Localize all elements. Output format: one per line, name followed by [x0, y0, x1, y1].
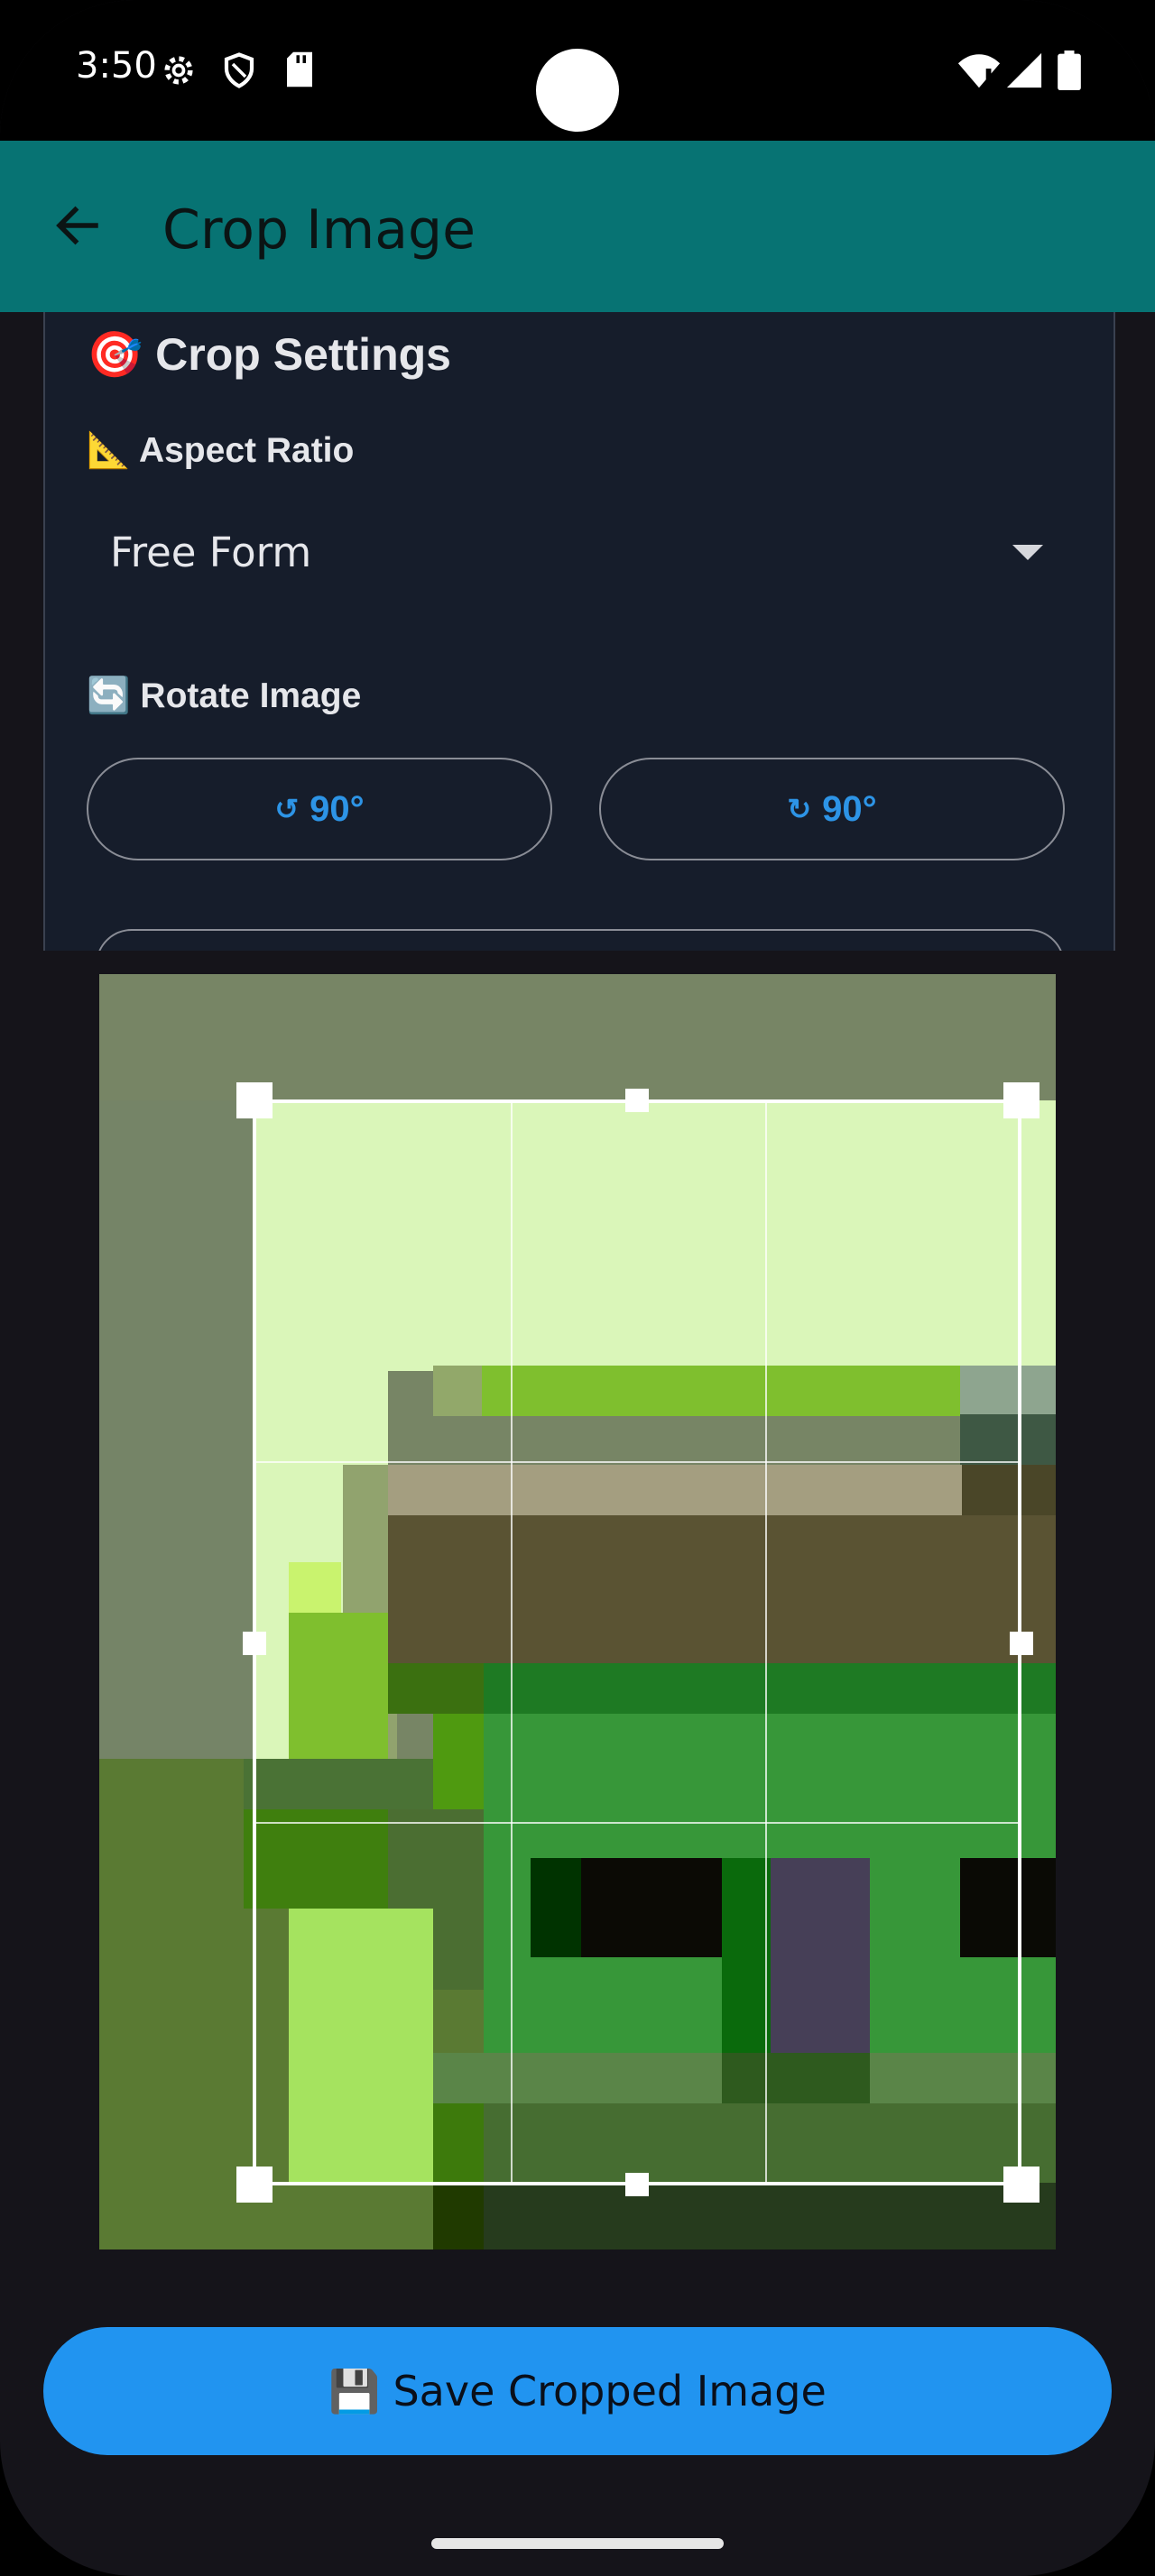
target-icon: 🎯	[87, 329, 143, 380]
phone-screen: 3:50 Crop Image 🎯 Crop Settings 📐 Aspect…	[0, 0, 1155, 2576]
crop-handle-top-right[interactable]	[1003, 1082, 1040, 1118]
crop-handle-top-left[interactable]	[236, 1082, 273, 1118]
triangle-ruler-icon: 📐	[87, 431, 131, 470]
save-cropped-image-button[interactable]: 💾 Save Cropped Image	[43, 2327, 1112, 2455]
crop-frame[interactable]	[253, 1099, 1021, 2185]
shield-icon	[224, 52, 254, 88]
crop-settings-title: 🎯 Crop Settings	[87, 328, 451, 382]
wifi-icon	[957, 54, 1001, 88]
gesture-nav-bar[interactable]	[431, 2538, 724, 2549]
crop-settings-card: 🎯 Crop Settings 📐 Aspect Ratio Free Form…	[43, 312, 1115, 951]
rotate-left-label: 90°	[310, 788, 365, 829]
save-button-label: Save Cropped Image	[393, 2367, 827, 2415]
crop-grid-line	[765, 1103, 767, 2182]
crop-handle-bottom-left[interactable]	[236, 2167, 273, 2203]
crop-settings-title-text: Crop Settings	[155, 329, 451, 380]
partially-visible-button[interactable]	[96, 929, 1065, 951]
rotate-left-button[interactable]: ↺ 90°	[87, 758, 552, 860]
floppy-disk-icon: 💾	[328, 2366, 381, 2415]
page-title: Crop Image	[162, 198, 476, 262]
aspect-ratio-dropdown[interactable]: Free Form	[87, 507, 1070, 593]
crop-handle-right[interactable]	[1010, 1632, 1033, 1655]
crop-handle-bottom-right[interactable]	[1003, 2167, 1040, 2203]
signal-icon	[1006, 52, 1042, 88]
rotate-image-label: 🔄 Rotate Image	[87, 675, 361, 716]
crop-handle-bottom[interactable]	[625, 2173, 649, 2196]
rotate-right-icon: ↻	[787, 793, 812, 825]
rotate-arrows-icon: 🔄	[87, 676, 131, 715]
crop-handle-top[interactable]	[625, 1089, 649, 1112]
rotate-right-button[interactable]: ↻ 90°	[599, 758, 1065, 860]
aspect-ratio-label: 📐 Aspect Ratio	[87, 429, 354, 471]
crop-grid-line	[256, 1461, 1018, 1463]
chevron-down-icon	[1012, 545, 1043, 560]
aspect-ratio-label-text: Aspect Ratio	[138, 431, 355, 470]
app-bar: Crop Image	[0, 141, 1155, 312]
battery-icon	[1058, 51, 1081, 90]
rotate-image-label-text: Rotate Image	[140, 676, 362, 715]
gear-icon	[164, 56, 193, 85]
sd-card-icon	[287, 51, 312, 87]
status-time: 3:50	[76, 45, 157, 87]
crop-grid-line	[256, 1822, 1018, 1824]
rotate-left-icon: ↺	[274, 793, 300, 825]
crop-handle-left[interactable]	[243, 1632, 266, 1655]
arrow-left-icon[interactable]	[51, 198, 105, 253]
rotate-right-label: 90°	[822, 788, 877, 829]
crop-grid-line	[511, 1103, 513, 2182]
aspect-ratio-selected: Free Form	[110, 529, 312, 576]
camera-cutout	[536, 49, 619, 132]
